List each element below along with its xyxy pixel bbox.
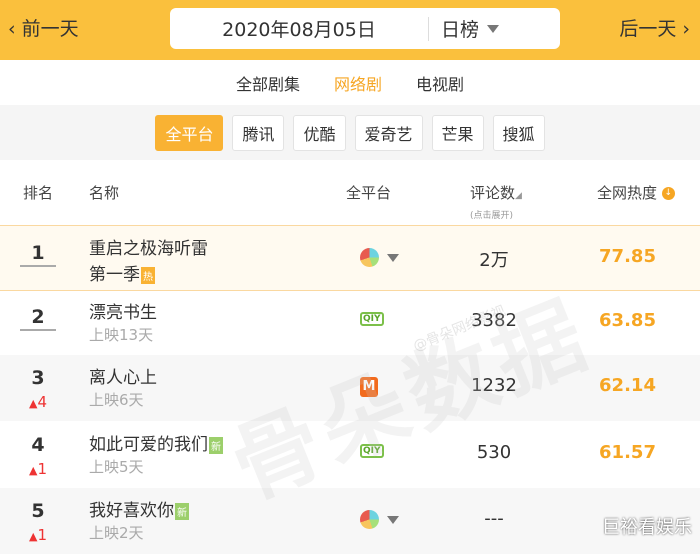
rank-change: ▲1 bbox=[22, 526, 54, 544]
platform-tencent[interactable]: 腾讯 bbox=[232, 114, 285, 151]
iqiyi-icon: QIY bbox=[360, 312, 384, 326]
category-tabs: 全部剧集 网络剧 电视剧 bbox=[0, 60, 700, 105]
rank-change: ▲1 bbox=[22, 460, 54, 478]
days-released: 上映5天 bbox=[89, 456, 144, 477]
drama-title-text: 离人心上 bbox=[89, 368, 157, 388]
col-comments[interactable]: 评论数◢ bbox=[470, 182, 522, 203]
line2-text: 上映6天 bbox=[89, 391, 144, 409]
drama-title[interactable]: 离人心上 bbox=[89, 363, 157, 388]
iqiyi-icon: QIY bbox=[360, 444, 384, 458]
drama-title-text: 如此可爱的我们 bbox=[89, 435, 208, 455]
date-selector[interactable]: 2020年08月05日 日榜 bbox=[170, 8, 560, 49]
platform-mango[interactable]: 芒果 bbox=[431, 114, 484, 151]
drama-title[interactable]: 重启之极海听雷 bbox=[89, 234, 208, 259]
rank-number: 4 bbox=[31, 434, 45, 456]
prev-day-label: 前一天 bbox=[21, 18, 79, 40]
days-released: 上映13天 bbox=[89, 324, 153, 345]
comment-count: --- bbox=[484, 508, 504, 529]
heat-score: 62.14 bbox=[599, 375, 656, 396]
col-rank: 排名 bbox=[23, 184, 54, 202]
next-day-button[interactable]: 后一天 › bbox=[619, 14, 690, 41]
heat-score: 63.85 bbox=[599, 310, 656, 331]
next-day-label: 后一天 bbox=[619, 18, 677, 40]
drama-title-cont: 第一季热 bbox=[89, 260, 155, 285]
platform-cell bbox=[360, 248, 399, 267]
rank-number: 1 bbox=[20, 242, 56, 267]
table-row[interactable]: 4 ▲1 如此可爱的我们新 上映5天 QIY 530 61.57 bbox=[0, 422, 700, 488]
days-released: 上映2天 bbox=[89, 522, 144, 543]
multi-platform-icon bbox=[360, 248, 379, 267]
table-row[interactable]: 3 ▲4 离人心上 上映6天 M 1232 62.14 bbox=[0, 355, 700, 421]
platform-cell: QIY bbox=[360, 312, 384, 326]
hot-badge: 热 bbox=[141, 266, 155, 284]
line2-text: 上映5天 bbox=[89, 458, 144, 476]
comments-label: 评论数 bbox=[470, 184, 516, 202]
line2-text: 第一季 bbox=[89, 265, 140, 285]
prev-day-button[interactable]: ‹ 前一天 bbox=[8, 14, 79, 41]
platform-iqiyi[interactable]: 爱奇艺 bbox=[354, 114, 423, 151]
sort-desc-icon: ↓ bbox=[661, 187, 675, 200]
heat-score: 77.85 bbox=[599, 246, 656, 267]
rank-change-value: 4 bbox=[37, 393, 47, 411]
new-badge: 新 bbox=[209, 436, 223, 454]
new-badge: 新 bbox=[175, 502, 189, 520]
table-header: 排名 名称 全平台 评论数◢ (点击展开) 全网热度 ↓ bbox=[0, 170, 700, 225]
comment-count: 2万 bbox=[479, 250, 509, 271]
drama-title-text: 重启之极海听雷 bbox=[89, 239, 208, 259]
rank-number: 5 bbox=[31, 500, 45, 522]
line2-text: 上映2天 bbox=[89, 524, 144, 542]
comments-hint: (点击展开) bbox=[470, 211, 514, 221]
platform-youku[interactable]: 优酷 bbox=[293, 114, 346, 151]
platform-filter: 全平台 腾讯 优酷 爱奇艺 芒果 搜狐 bbox=[0, 105, 700, 160]
drama-title[interactable]: 如此可爱的我们新 bbox=[89, 430, 223, 455]
rank-type-dropdown[interactable]: 日榜 bbox=[429, 15, 500, 42]
tab-web-drama[interactable]: 网络剧 bbox=[334, 71, 382, 95]
date-header: ‹ 前一天 2020年08月05日 日榜 后一天 › bbox=[0, 0, 700, 60]
tab-tv-drama[interactable]: 电视剧 bbox=[416, 71, 464, 95]
multi-platform-icon bbox=[360, 510, 379, 529]
days-released: 上映6天 bbox=[89, 389, 144, 410]
sort-icon: ◢ bbox=[515, 191, 522, 201]
col-name: 名称 bbox=[89, 184, 120, 202]
chevron-down-icon bbox=[487, 24, 500, 33]
tab-all[interactable]: 全部剧集 bbox=[236, 71, 300, 95]
platform-cell: QIY bbox=[360, 444, 384, 458]
chevron-down-icon[interactable] bbox=[387, 515, 399, 524]
drama-title-text: 漂亮书生 bbox=[89, 303, 157, 323]
rank-change-value: 1 bbox=[37, 460, 47, 478]
comment-count: 530 bbox=[476, 442, 512, 463]
date-value[interactable]: 2020年08月05日 bbox=[170, 15, 428, 42]
platform-sohu[interactable]: 搜狐 bbox=[492, 114, 545, 151]
table-row[interactable]: 5 ▲1 我好喜欢你新 上映2天 --- bbox=[0, 488, 700, 554]
comment-count: 3382 bbox=[471, 310, 517, 331]
comment-count: 1232 bbox=[471, 375, 517, 396]
rank-type-label: 日榜 bbox=[441, 19, 480, 41]
rank-number: 2 bbox=[20, 306, 56, 331]
platform-cell: M bbox=[360, 377, 378, 397]
platform-all[interactable]: 全平台 bbox=[155, 114, 224, 151]
table-row[interactable]: 2 漂亮书生 上映13天 QIY 3382 63.85 bbox=[0, 290, 700, 356]
platform-cell bbox=[360, 510, 399, 529]
line2-text: 上映13天 bbox=[89, 326, 154, 344]
rank-number: 3 bbox=[31, 367, 45, 389]
heat-score: 61.57 bbox=[599, 442, 656, 463]
col-platform: 全平台 bbox=[346, 184, 392, 202]
chevron-down-icon[interactable] bbox=[387, 253, 399, 262]
mango-tv-icon: M bbox=[360, 377, 378, 397]
drama-title-text: 我好喜欢你 bbox=[89, 501, 174, 521]
table-row[interactable]: 1 重启之极海听雷 第一季热 2万 77.85 bbox=[0, 225, 700, 291]
rank-change: ▲4 bbox=[22, 393, 54, 411]
drama-title[interactable]: 我好喜欢你新 bbox=[89, 496, 189, 521]
drama-title[interactable]: 漂亮书生 bbox=[89, 298, 157, 323]
rank-change-value: 1 bbox=[37, 526, 47, 544]
heat-label: 全网热度 bbox=[597, 184, 658, 202]
col-heat[interactable]: 全网热度 ↓ bbox=[597, 182, 675, 203]
